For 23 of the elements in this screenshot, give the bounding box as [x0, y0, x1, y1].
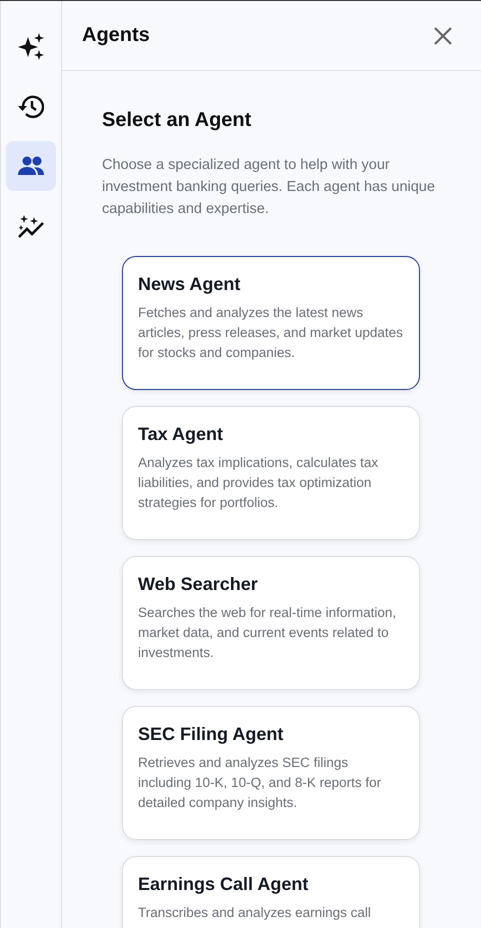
agent-name: News Agent: [138, 274, 242, 295]
agent-name: Web Searcher: [138, 574, 259, 595]
agent-card[interactable]: Web Searcher Searches the web for real-time information, market data, and current events related to investments.: [122, 556, 420, 690]
agent-card[interactable]: SEC Filing Agent Retrieves and analyzes SEC filings including 10-K, 10-Q, and 8-K reports for detailed company insights.: [122, 706, 420, 840]
agent-description: Searches the web for real-time information, market data, and current events related to investments.: [138, 604, 398, 662]
agent-name: Earnings Call Agent: [138, 874, 310, 895]
sidebar-item[interactable]: [6, 141, 56, 191]
agent-description: Retrieves and analyzes SEC filings including 10-K, 10-Q, and 8-K reports for detailed company insights.: [138, 754, 382, 812]
history-icon: [18, 92, 44, 120]
section-heading: Select an Agent: [102, 109, 252, 132]
agent-card[interactable]: Tax Agent Analyzes tax implications, calculates tax liabilities, and provides tax optimization strategies for portfolios.: [122, 406, 420, 540]
trend-sparkles-icon: [18, 212, 44, 240]
panel-title: Agents: [82, 24, 150, 47]
agent-description: Analyzes tax implications, calculates tax liabilities, and provides tax optimization strategies for portfolios.: [138, 454, 380, 512]
agent-card[interactable]: Earnings Call Agent Transcribes and analyzes earnings call: [122, 856, 420, 928]
agent-name: SEC Filing Agent: [138, 724, 284, 745]
sparkles-icon: [18, 32, 44, 60]
agent-name: Tax Agent: [138, 424, 224, 445]
close-icon: [433, 26, 453, 46]
agent-description: Transcribes and analyzes earnings call: [138, 904, 372, 922]
intro-text: Choose a specialized agent to help with your investment banking queries. Each agent has unique capabilities and expertise.: [102, 156, 436, 219]
agent-card[interactable]: News Agent Fetches and analyzes the latest news articles, press releases, and market updates for stocks and companies.: [122, 256, 420, 390]
agent-description: Fetches and analyzes the latest news articles, press releases, and market updates for stocks and companies.: [138, 304, 404, 362]
